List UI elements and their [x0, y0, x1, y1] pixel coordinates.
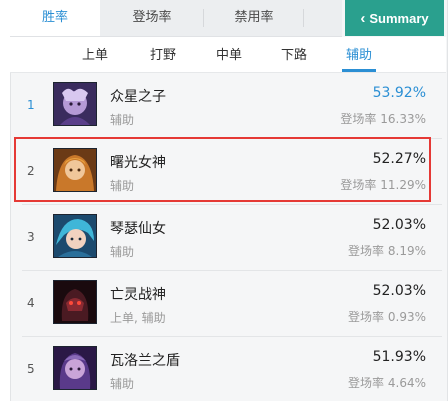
rank-number: 3 [27, 230, 35, 244]
win-rate-value: 52.03% [372, 283, 426, 299]
champion-avatar [53, 280, 97, 324]
metric-tabs: 胜率 登场率 禁用率 [10, 0, 342, 37]
pick-rate-text: 登场率 16.33% [340, 110, 426, 127]
pick-rate-label: 登场率 [348, 244, 388, 258]
champion-row[interactable]: 4 亡灵战神 上单, 辅助 52.03% 登场率 0.93% [11, 271, 445, 335]
rank-number: 1 [27, 98, 35, 112]
champion-roles: 上单, 辅助 [110, 311, 166, 325]
win-rate-value: 52.27% [372, 151, 426, 167]
chevron-left-icon: ‹ [360, 9, 366, 27]
champion-roles: 辅助 [110, 113, 135, 127]
pick-rate-text: 登场率 11.29% [340, 176, 426, 193]
pick-rate-label: 登场率 [348, 310, 388, 324]
pick-rate-value: 4.64% [387, 376, 426, 390]
pick-rate-value: 11.29% [380, 178, 426, 192]
champion-row[interactable]: 1 众星之子 辅助 53.92% 登场率 16.33% [11, 73, 445, 137]
champion-row[interactable]: 5 瓦洛兰之盾 辅助 51.93% 登场率 4.64% [11, 337, 445, 401]
champion-avatar [53, 346, 97, 390]
champion-roles: 辅助 [110, 179, 135, 193]
pick-rate-value: 16.33% [380, 112, 426, 126]
champion-row[interactable]: 2 曙光女神 辅助 52.27% 登场率 11.29% [11, 139, 445, 203]
tab-mid[interactable]: 中单 [213, 37, 245, 72]
champion-avatar [53, 214, 97, 258]
win-rate-value: 51.93% [372, 349, 426, 365]
tab-top[interactable]: 上单 [79, 37, 111, 72]
champion-name: 众星之子 [110, 89, 166, 105]
pick-rate-value: 0.93% [387, 310, 426, 324]
champion-roles: 辅助 [110, 245, 135, 259]
tab-bottom[interactable]: 下路 [278, 37, 310, 72]
summary-label: Summary [369, 10, 429, 26]
pick-rate-text: 登场率 4.64% [348, 374, 426, 391]
champion-avatar [53, 82, 97, 126]
pick-rate-label: 登场率 [340, 178, 381, 192]
champion-row[interactable]: 3 琴瑟仙女 辅助 52.03% 登场率 8.19% [11, 205, 445, 269]
champion-roles: 辅助 [110, 377, 135, 391]
champion-name: 亡灵战神 [110, 287, 166, 303]
pick-rate-label: 登场率 [340, 112, 381, 126]
tab-win-rate[interactable]: 胜率 [10, 0, 100, 36]
summary-button[interactable]: ‹ Summary [345, 0, 444, 36]
pick-rate-text: 登场率 0.93% [348, 308, 426, 325]
position-tabs: 上单 打野 中单 下路 辅助 [10, 37, 446, 73]
pick-rate-label: 登场率 [348, 376, 388, 390]
tab-ban-rate[interactable]: 禁用率 [204, 0, 304, 36]
pick-rate-text: 登场率 8.19% [348, 242, 426, 259]
champion-name: 琴瑟仙女 [110, 221, 166, 237]
pick-rate-value: 8.19% [387, 244, 426, 258]
champion-name: 曙光女神 [110, 155, 166, 171]
tab-support[interactable]: 辅助 [342, 37, 376, 72]
champion-name: 瓦洛兰之盾 [110, 353, 180, 369]
champion-avatar [53, 148, 97, 192]
tab-jungle[interactable]: 打野 [147, 37, 179, 72]
win-rate-value: 53.92% [372, 85, 426, 101]
rank-number: 5 [27, 362, 35, 376]
tab-pick-rate[interactable]: 登场率 [100, 0, 204, 36]
win-rate-value: 52.03% [372, 217, 426, 233]
rank-number: 2 [27, 164, 35, 178]
rank-number: 4 [27, 296, 35, 310]
